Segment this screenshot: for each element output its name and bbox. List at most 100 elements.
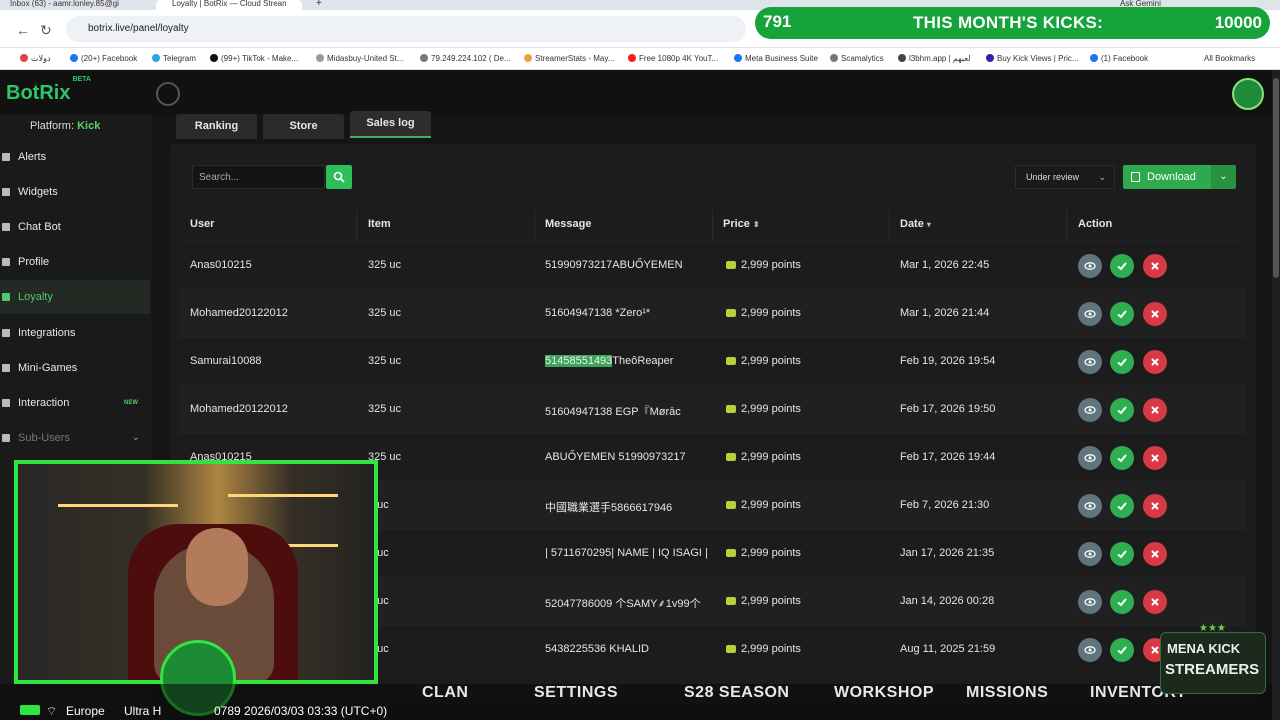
tab-label: Sales log — [366, 117, 415, 129]
message-text: 51604947138 *Zero¹* — [545, 307, 651, 319]
reject-button[interactable] — [1143, 446, 1167, 470]
tab-ranking[interactable]: Ranking — [176, 114, 257, 139]
sidebar-item-mini-games[interactable]: Mini-Games — [0, 351, 150, 385]
bookmark[interactable]: Buy Kick Views | Pric... — [986, 54, 1079, 63]
column-header-price[interactable]: Price ⬍ — [723, 218, 760, 230]
reload-icon[interactable]: ↻ — [40, 22, 52, 39]
reject-button[interactable] — [1143, 302, 1167, 326]
bookmark[interactable]: دولات — [20, 54, 51, 63]
mena-kick-streamers-logo: ★★★ MENA KICK STREAMERS — [1160, 623, 1266, 694]
bookmark[interactable]: (99+) TikTok - Make... — [210, 54, 298, 63]
reject-button[interactable] — [1143, 542, 1167, 566]
reject-button[interactable] — [1143, 590, 1167, 614]
view-button[interactable] — [1078, 350, 1102, 374]
view-button[interactable] — [1078, 494, 1102, 518]
bookmark-label: (99+) TikTok - Make... — [221, 54, 299, 63]
tab-store[interactable]: Store — [263, 114, 344, 139]
profile-icon — [2, 258, 10, 266]
url-field[interactable]: botrix.live/panel/loyalty — [66, 16, 746, 42]
cell-price: 2,999 points — [726, 355, 801, 367]
cell-user: Samurai10088 — [190, 355, 262, 367]
sidebar-item-interaction[interactable]: Interaction NEW — [0, 386, 150, 420]
sidebar-item-alerts[interactable]: Alerts — [0, 140, 150, 174]
column-header-message: Message — [545, 218, 591, 230]
approve-button[interactable] — [1110, 638, 1134, 662]
sidebar-item-loyalty[interactable]: Loyalty — [0, 280, 150, 314]
user-avatar[interactable] — [1232, 78, 1264, 110]
status-filter-select[interactable]: Under review ⌄ — [1015, 165, 1115, 189]
view-button[interactable] — [1078, 446, 1102, 470]
browser-tab-loyalty[interactable]: Loyalty | BotRix — Cloud Strean — [156, 0, 302, 10]
all-bookmarks[interactable]: All Bookmarks — [1204, 54, 1255, 63]
search-button[interactable] — [326, 165, 352, 189]
cell-date: Jan 17, 2026 21:35 — [900, 547, 995, 559]
browser-tab-inbox[interactable]: Inbox (63) - aamr.lonley.85@gi — [10, 0, 150, 10]
download-options-button[interactable]: ⌄ — [1211, 165, 1236, 189]
view-button[interactable] — [1078, 542, 1102, 566]
reject-button[interactable] — [1143, 398, 1167, 422]
bookmark[interactable]: Midasbuy-United St... — [316, 54, 403, 63]
column-divider — [534, 209, 535, 241]
approve-button[interactable] — [1110, 590, 1134, 614]
bookmark[interactable]: Telegram — [152, 54, 196, 63]
search-input[interactable] — [192, 165, 325, 189]
sidebar-item-chat-bot[interactable]: Chat Bot — [0, 210, 150, 244]
reject-button[interactable] — [1143, 350, 1167, 374]
approve-button[interactable] — [1110, 350, 1134, 374]
bookmark[interactable]: StreamerStats - May... — [524, 54, 614, 63]
back-arrow-icon[interactable]: ← — [16, 22, 30, 38]
bookmark[interactable]: Free 1080p 4K YouT... — [628, 54, 718, 63]
bookmark[interactable]: l3bhm.app | لعبهم — [898, 54, 971, 63]
approve-button[interactable] — [1110, 302, 1134, 326]
bookmark[interactable]: Meta Business Suite — [734, 54, 818, 63]
cell-date: Mar 1, 2026 22:45 — [900, 259, 990, 271]
sidebar-item-profile[interactable]: Profile — [0, 245, 150, 279]
reject-button[interactable] — [1143, 254, 1167, 278]
sidebar-item-label: Interaction — [18, 397, 70, 409]
botrix-logo[interactable]: BotRixBETA — [6, 76, 91, 105]
sidebar-item-integrations[interactable]: Integrations — [0, 316, 150, 350]
price-text: 2,999 points — [741, 451, 801, 463]
cell-message: 5438225536 KHALID — [545, 643, 649, 655]
approve-button[interactable] — [1110, 494, 1134, 518]
view-button[interactable] — [1078, 590, 1102, 614]
filter-value: Under review — [1026, 172, 1080, 182]
game-menu-season: S28 SEASON — [684, 684, 789, 702]
approve-button[interactable] — [1110, 446, 1134, 470]
sidebar-item-label: Mini-Games — [18, 362, 78, 374]
cell-message: ABUŐYEMEN 51990973217 — [545, 451, 686, 463]
sidebar-item-widgets[interactable]: Widgets — [0, 175, 150, 209]
bookmark[interactable]: Scamalytics — [830, 54, 884, 63]
column-header-date[interactable]: Date ▾ — [900, 218, 931, 230]
reject-button[interactable] — [1143, 494, 1167, 518]
new-tab-button[interactable]: + — [316, 0, 328, 10]
bookmark[interactable]: 79.249.224.102 ( De... — [420, 54, 511, 63]
page-scrollbar[interactable] — [1272, 70, 1280, 720]
bookmark-label: l3bhm.app | لعبهم — [909, 54, 971, 63]
approve-button[interactable] — [1110, 398, 1134, 422]
sidebar-item-label: Integrations — [18, 327, 76, 339]
beta-tag: BETA — [72, 76, 91, 84]
view-button[interactable] — [1078, 302, 1102, 326]
users-icon — [2, 434, 10, 442]
points-coin-icon — [726, 261, 736, 269]
approve-button[interactable] — [1110, 254, 1134, 278]
scrollbar-thumb[interactable] — [1273, 78, 1279, 278]
gamepad-icon — [2, 364, 10, 372]
stream-status-bar: ⌔ Europe Ultra H 0789 2026/03/03 03:33 (… — [0, 704, 460, 720]
download-button[interactable]: Download — [1123, 165, 1211, 189]
bookmark[interactable]: (20+) Facebook — [70, 54, 137, 63]
view-button[interactable] — [1078, 638, 1102, 662]
sidebar-item-label: Sub-Users — [18, 432, 70, 444]
loading-spinner-icon — [156, 82, 180, 106]
view-button[interactable] — [1078, 254, 1102, 278]
view-button[interactable] — [1078, 398, 1102, 422]
bookmark-label: Telegram — [163, 54, 196, 63]
sidebar-item-sub-users[interactable]: Sub-Users ⌄ — [0, 421, 150, 455]
tab-sales-log[interactable]: Sales log — [350, 111, 431, 138]
bookmark[interactable]: (1) Facebook — [1090, 54, 1148, 63]
approve-button[interactable] — [1110, 542, 1134, 566]
bookmark-label: Meta Business Suite — [745, 54, 818, 63]
platform-value: Kick — [77, 120, 101, 132]
graphics-quality: Ultra H — [124, 704, 162, 718]
